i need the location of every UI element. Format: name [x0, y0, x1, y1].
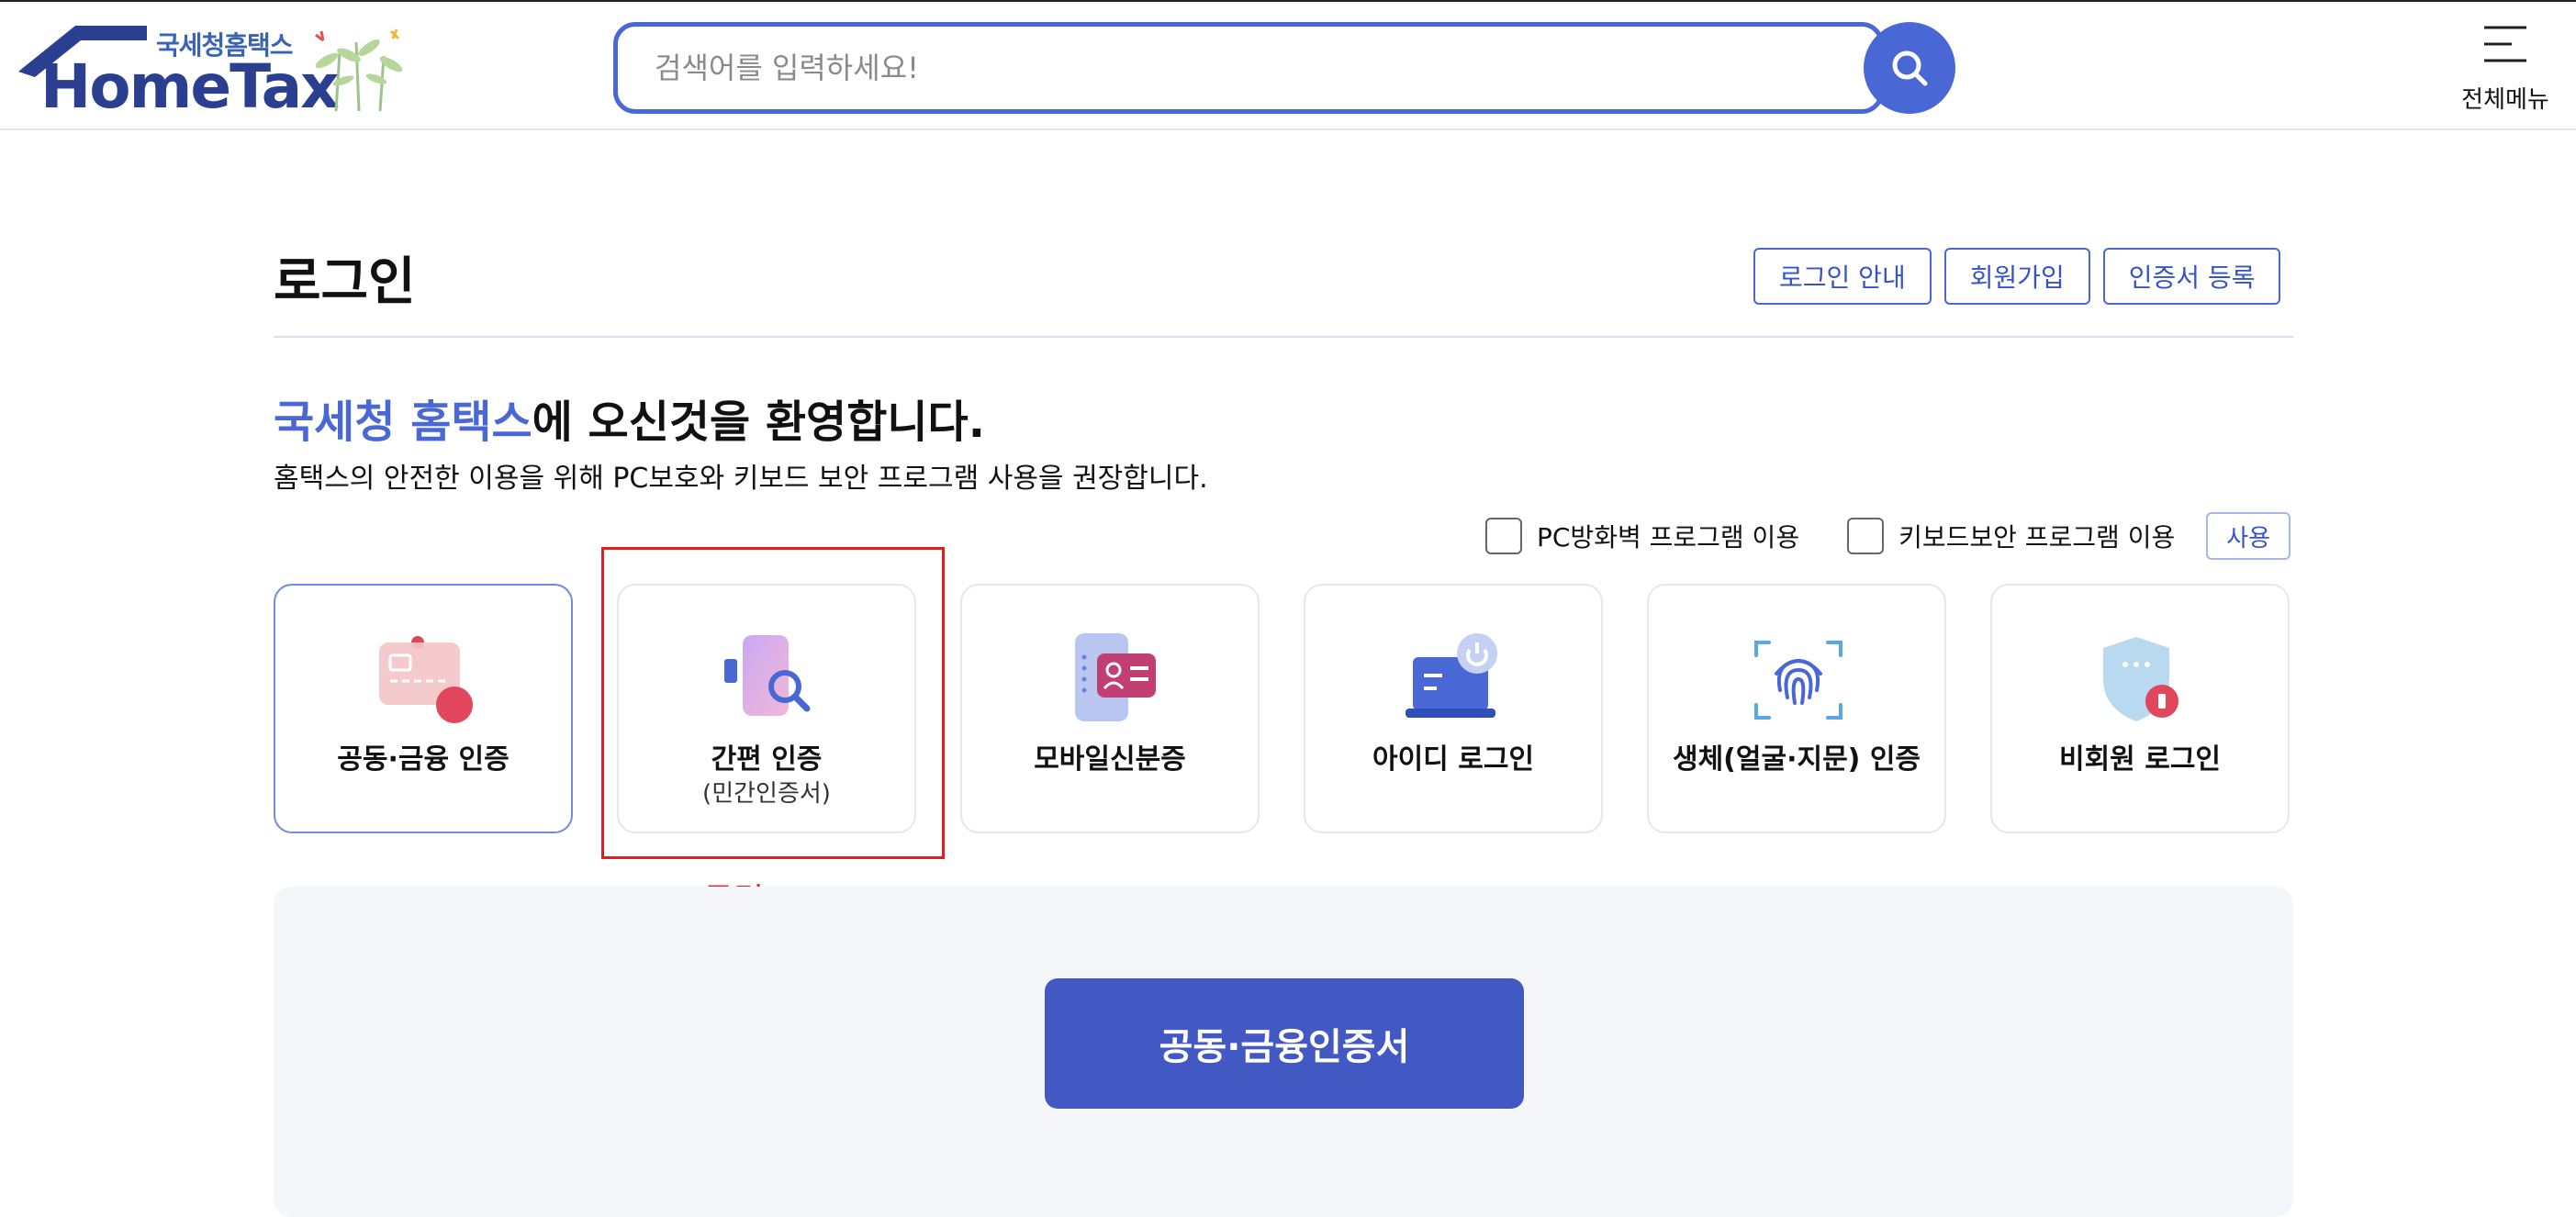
annotation-highlight-box	[601, 547, 945, 859]
search-input[interactable]	[655, 27, 1830, 109]
fingerprint-icon	[1754, 641, 1842, 720]
all-menu-button[interactable]: 전체메뉴	[2446, 20, 2565, 121]
keyboard-security-option[interactable]: 키보드보안 프로그램 이용	[1847, 518, 2175, 554]
firewall-checkbox[interactable]	[1485, 518, 1522, 554]
use-button[interactable]: 사용	[2206, 512, 2291, 560]
login-top-links: 로그인 안내 회원가입 인증서 등록	[1753, 248, 2281, 305]
login-method-cards: 공동·금융 인증 간편 인증 (민간인증서) 모바일신분증 아이디 로그인 생체…	[274, 584, 2293, 833]
shield-icon	[2103, 637, 2178, 721]
title-divider	[274, 336, 2293, 338]
security-notice: 홈택스의 안전한 이용을 위해 PC보호와 키보드 보안 프로그램 사용을 권장…	[274, 463, 1208, 495]
certificate-card-icon	[379, 636, 473, 723]
method-card-id-login[interactable]: 아이디 로그인	[1304, 584, 1603, 833]
welcome-highlight: 국세청 홈택스	[274, 396, 532, 448]
search-box	[613, 22, 1884, 114]
firewall-label: PC방화벽 프로그램 이용	[1537, 522, 1800, 553]
login-guide-button[interactable]: 로그인 안내	[1753, 248, 1932, 305]
bamboo-decoration-icon	[315, 28, 403, 112]
page-title: 로그인	[274, 252, 416, 312]
security-options: PC방화벽 프로그램 이용 키보드보안 프로그램 이용 사용	[1485, 508, 2291, 564]
welcome-rest: 에 오신것을 환영합니다.	[532, 396, 985, 448]
search-button[interactable]	[1864, 22, 1955, 114]
method-card-guest-login[interactable]: 비회원 로그인	[1990, 584, 2290, 833]
method-label: 비회원 로그인	[2058, 743, 2222, 776]
joint-certificate-login-button[interactable]: 공동·금융인증서	[1045, 978, 1524, 1109]
keyboard-security-label: 키보드보안 프로그램 이용	[1898, 522, 2176, 553]
search-icon	[1892, 50, 1928, 86]
hometax-logo[interactable]: 국세청홈택스 HomeTax	[18, 24, 413, 122]
method-card-joint-certificate[interactable]: 공동·금융 인증	[274, 584, 573, 833]
all-menu-label: 전체메뉴	[2461, 86, 2549, 114]
signup-button[interactable]: 회원가입	[1943, 248, 2090, 305]
method-label: 생체(얼굴·지문) 인증	[1672, 743, 1921, 776]
register-certificate-button[interactable]: 인증서 등록	[2102, 248, 2281, 305]
firewall-option[interactable]: PC방화벽 프로그램 이용	[1485, 518, 1799, 554]
hamburger-menu-icon	[2484, 26, 2526, 62]
welcome-heading: 국세청 홈택스에 오신것을 환영합니다.	[274, 385, 985, 450]
keyboard-security-checkbox[interactable]	[1847, 518, 1885, 554]
method-card-mobile-id[interactable]: 모바일신분증	[960, 584, 1260, 833]
mobile-id-icon	[1075, 633, 1156, 721]
method-label: 공동·금융 인증	[337, 743, 510, 776]
method-label: 모바일신분증	[1034, 743, 1186, 776]
logo-title: HomeTax	[40, 51, 340, 122]
method-card-biometric[interactable]: 생체(얼굴·지문) 인증	[1647, 584, 1946, 833]
top-header: 국세청홈택스 HomeTax 검색어를 입력하세요! 전체메뉴	[0, 0, 2576, 130]
method-label: 아이디 로그인	[1372, 743, 1535, 776]
laptop-power-icon	[1406, 633, 1497, 718]
